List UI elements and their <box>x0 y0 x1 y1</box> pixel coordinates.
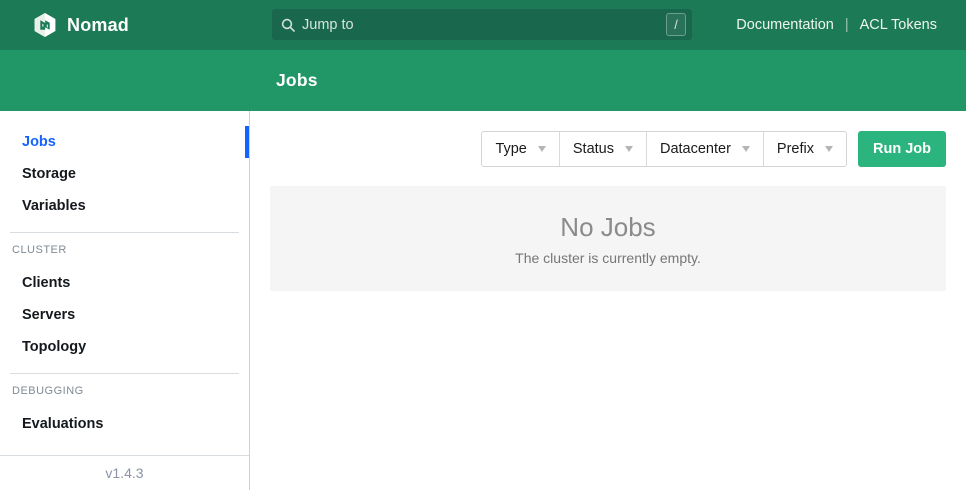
sidebar: Jobs Storage Variables CLUSTER Clients S… <box>0 111 250 490</box>
sidebar-item-label: Variables <box>22 198 86 214</box>
link-separator: | <box>845 17 849 33</box>
chevron-down-icon <box>742 146 750 152</box>
sidebar-item-topology[interactable]: Topology <box>0 331 249 363</box>
filter-label: Datacenter <box>660 141 731 157</box>
sidebar-item-label: Topology <box>22 339 86 355</box>
empty-state-title: No Jobs <box>560 212 655 243</box>
empty-state-message: The cluster is currently empty. <box>515 250 701 266</box>
datacenter-filter-dropdown[interactable]: Datacenter <box>646 132 763 166</box>
sidebar-item-storage[interactable]: Storage <box>0 158 249 190</box>
sidebar-item-variables[interactable]: Variables <box>0 190 249 222</box>
main-content: Type Status Datacenter Prefix <box>250 111 966 490</box>
type-filter-dropdown[interactable]: Type <box>482 132 558 166</box>
topnav-links: Documentation | ACL Tokens <box>736 17 937 33</box>
page-header: Jobs <box>0 50 966 111</box>
search-icon <box>281 18 295 32</box>
acl-tokens-link[interactable]: ACL Tokens <box>860 17 937 33</box>
search-placeholder: Jump to <box>302 17 354 33</box>
sidebar-item-label: Clients <box>22 275 70 291</box>
filter-label: Type <box>495 141 526 157</box>
empty-state: No Jobs The cluster is currently empty. <box>270 186 946 291</box>
prefix-filter-dropdown[interactable]: Prefix <box>763 132 846 166</box>
sidebar-item-jobs[interactable]: Jobs <box>0 126 249 158</box>
version-label[interactable]: v1.4.3 <box>0 456 249 490</box>
nomad-app: Nomad Jump to / Documentation | ACL Toke… <box>0 0 966 490</box>
sidebar-item-label: Storage <box>22 166 76 182</box>
sidebar-divider <box>10 373 239 374</box>
sidebar-item-servers[interactable]: Servers <box>0 299 249 331</box>
brand-name: Nomad <box>67 15 129 36</box>
sidebar-item-label: Servers <box>22 307 75 323</box>
filter-group: Type Status Datacenter Prefix <box>481 131 847 167</box>
sidebar-item-label: Evaluations <box>22 416 103 432</box>
jobs-toolbar: Type Status Datacenter Prefix <box>270 131 946 167</box>
top-nav: Nomad Jump to / Documentation | ACL Toke… <box>0 0 966 50</box>
content-wrap: Jobs Storage Variables CLUSTER Clients S… <box>0 111 966 490</box>
sidebar-section-debugging-label: DEBUGGING <box>0 378 249 404</box>
chevron-down-icon <box>538 146 546 152</box>
active-indicator <box>245 126 249 158</box>
filter-label: Prefix <box>777 141 814 157</box>
filter-label: Status <box>573 141 614 157</box>
page-title: Jobs <box>276 70 318 91</box>
documentation-link[interactable]: Documentation <box>736 17 834 33</box>
sidebar-section-cluster-label: CLUSTER <box>0 237 249 263</box>
keyboard-shortcut-badge: / <box>666 13 686 36</box>
chevron-down-icon <box>825 146 833 152</box>
nomad-logo-icon <box>32 12 58 38</box>
jump-to-search-input[interactable]: Jump to / <box>272 9 692 40</box>
sidebar-divider <box>10 232 239 233</box>
sidebar-item-label: Jobs <box>22 134 56 150</box>
brand-home-link[interactable]: Nomad <box>32 12 129 38</box>
sidebar-item-clients[interactable]: Clients <box>0 267 249 299</box>
sidebar-item-evaluations[interactable]: Evaluations <box>0 408 249 440</box>
chevron-down-icon <box>625 146 633 152</box>
run-job-button[interactable]: Run Job <box>858 131 946 167</box>
status-filter-dropdown[interactable]: Status <box>559 132 646 166</box>
